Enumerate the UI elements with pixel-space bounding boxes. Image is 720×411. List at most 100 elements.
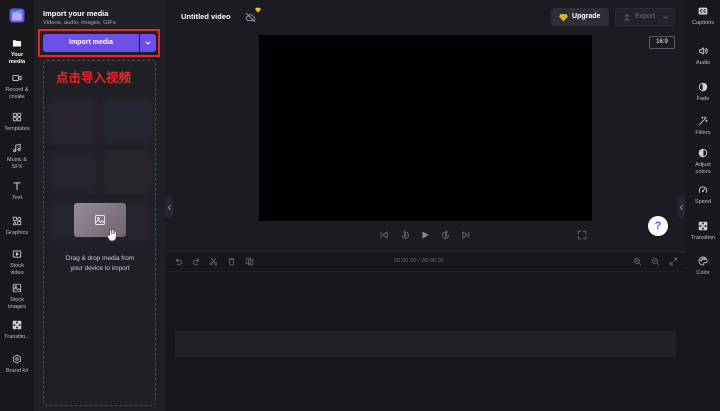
panel-subtitle: Videos, audio, images, GIFs (43, 19, 116, 26)
folder-icon (12, 38, 22, 48)
blurred-thumbnail (102, 151, 152, 193)
chevron-left-icon (167, 204, 171, 210)
nav-label: Brand kit (5, 368, 29, 374)
blurred-thumbnail (48, 151, 98, 193)
nav-label: Adjust colors (695, 162, 711, 175)
import-options-dropdown[interactable] (140, 34, 156, 52)
media-placeholder-card (74, 203, 126, 237)
fade-icon (698, 82, 708, 92)
zoom-fit-icon[interactable] (669, 257, 678, 266)
nav-label: Captions (691, 20, 715, 26)
stock-images-icon (12, 283, 22, 293)
premium-diamond-icon (559, 13, 568, 22)
right-sidebar: Captions Audio Fade Filters Adjust color… (686, 0, 720, 411)
nav-brand-kit[interactable]: Brand kit (0, 354, 34, 375)
drop-hint-text: Drag & drop media from your device to im… (65, 255, 135, 272)
video-preview[interactable] (259, 35, 592, 221)
music-note-icon (12, 143, 22, 153)
nav-captions[interactable]: Captions (686, 6, 720, 27)
chevron-down-icon (145, 41, 151, 45)
nav-label: Music & SFX (7, 157, 27, 170)
nav-audio[interactable]: Audio (686, 46, 720, 67)
timeline-track[interactable] (175, 331, 676, 357)
timecode: 00:00.00 / 00:00.00 (394, 257, 445, 264)
stock-video-icon (12, 249, 22, 259)
forward-5-icon[interactable] (441, 230, 451, 240)
color-icon (698, 256, 708, 266)
nav-label: Audio (695, 60, 711, 66)
zoom-in-icon[interactable] (633, 257, 642, 266)
clipchamp-logo-icon[interactable] (9, 8, 25, 23)
export-button[interactable]: Export (615, 8, 675, 26)
collapse-left-panel-button[interactable] (165, 196, 173, 218)
nav-templates[interactable]: Templates (0, 112, 34, 133)
blurred-thumbnail (48, 99, 98, 143)
transition-icon (698, 221, 708, 231)
text-icon (12, 181, 22, 191)
camera-icon (12, 73, 22, 83)
nav-label: Record & create (5, 87, 29, 100)
nav-stock-images[interactable]: Stock images (0, 283, 34, 311)
zoom-out-icon[interactable] (651, 257, 660, 266)
nav-music-sfx[interactable]: Music & SFX (0, 143, 34, 171)
nav-graphics[interactable]: Graphics (0, 216, 34, 237)
delete-icon[interactable] (227, 257, 236, 266)
import-media-button[interactable]: Import media (43, 34, 139, 52)
rewind-5-icon[interactable] (400, 230, 410, 240)
fullscreen-icon[interactable] (577, 230, 587, 240)
duplicate-icon[interactable] (245, 257, 254, 266)
nav-label: Speed (694, 199, 712, 205)
nav-label: Transition (690, 235, 716, 241)
aspect-ratio-button[interactable]: 16:9 (649, 36, 675, 49)
redo-icon[interactable] (192, 257, 201, 266)
filters-icon (698, 116, 708, 126)
nav-label: Transitio... (4, 334, 30, 340)
templates-icon (12, 112, 22, 122)
image-placeholder-icon (95, 215, 105, 225)
nav-label: Stock video (10, 263, 24, 276)
nav-label: Fade (696, 96, 710, 102)
nav-fade[interactable]: Fade (686, 82, 720, 103)
nav-record-create[interactable]: Record & create (0, 73, 34, 101)
nav-label: Color (696, 270, 710, 276)
cut-icon[interactable] (209, 257, 218, 266)
annotation-text: 点击导入视频 (56, 71, 132, 85)
timeline-divider (167, 271, 686, 272)
transition-icon (12, 320, 22, 330)
upgrade-button[interactable]: Upgrade (551, 8, 609, 26)
nav-transition[interactable]: Transition (686, 221, 720, 242)
nav-transitions[interactable]: Transitio... (0, 320, 34, 341)
project-title[interactable]: Untitled video (181, 12, 231, 21)
nav-label: Graphics (5, 230, 29, 236)
hand-cursor-icon (106, 228, 118, 242)
chevron-left-icon (679, 204, 683, 210)
collapse-right-panel-button[interactable] (677, 196, 685, 218)
undo-icon[interactable] (174, 257, 183, 266)
nav-speed[interactable]: Speed (686, 185, 720, 206)
shapes-icon (12, 216, 22, 226)
nav-text[interactable]: Text (0, 181, 34, 202)
adjust-colors-icon (698, 148, 708, 158)
nav-label: Your media (8, 52, 26, 65)
nav-filters[interactable]: Filters (686, 116, 720, 137)
nav-color[interactable]: Color (686, 256, 720, 277)
play-icon[interactable] (420, 230, 430, 240)
upgrade-label: Upgrade (572, 13, 601, 20)
brand-kit-icon (12, 354, 22, 364)
panel-title: Import your media (43, 9, 109, 18)
left-sidebar: Your media Record & create Templates Mus… (0, 0, 34, 411)
captions-icon (698, 6, 708, 16)
nav-label: Filters (695, 130, 711, 136)
skip-back-icon[interactable] (379, 230, 389, 240)
nav-label: Stock images (7, 297, 27, 310)
nav-stock-video[interactable]: Stock video (0, 249, 34, 277)
nav-label: Templates (4, 126, 30, 132)
cloud-off-icon[interactable] (245, 12, 256, 23)
nav-your-media[interactable]: Your media (0, 38, 34, 66)
skip-forward-icon[interactable] (461, 230, 471, 240)
nav-adjust-colors[interactable]: Adjust colors (686, 148, 720, 176)
export-label: Export (635, 13, 656, 20)
blurred-thumbnail (102, 99, 152, 143)
audio-icon (698, 46, 708, 56)
help-button[interactable]: ? (648, 216, 668, 236)
